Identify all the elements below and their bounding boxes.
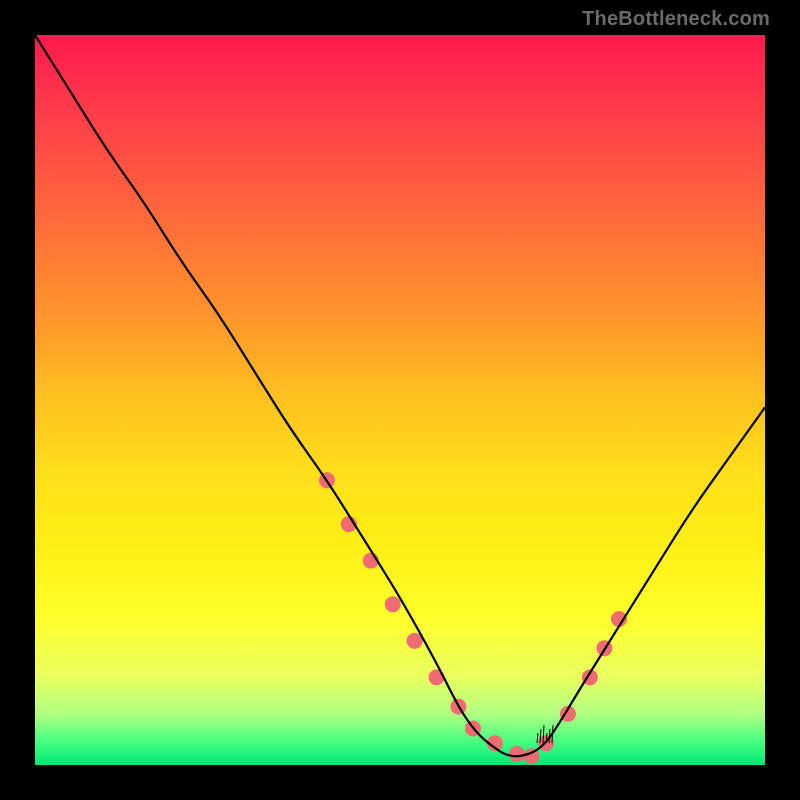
marker-point <box>385 596 401 612</box>
watermark-text: TheBottleneck.com <box>582 8 770 31</box>
bottleneck-curve <box>35 35 765 756</box>
plot-area <box>35 35 765 765</box>
marker-layer <box>319 472 627 764</box>
chart-frame: TheBottleneck.com <box>0 0 800 800</box>
spike <box>537 733 538 743</box>
marker-point <box>509 746 525 762</box>
chart-svg <box>35 35 765 765</box>
